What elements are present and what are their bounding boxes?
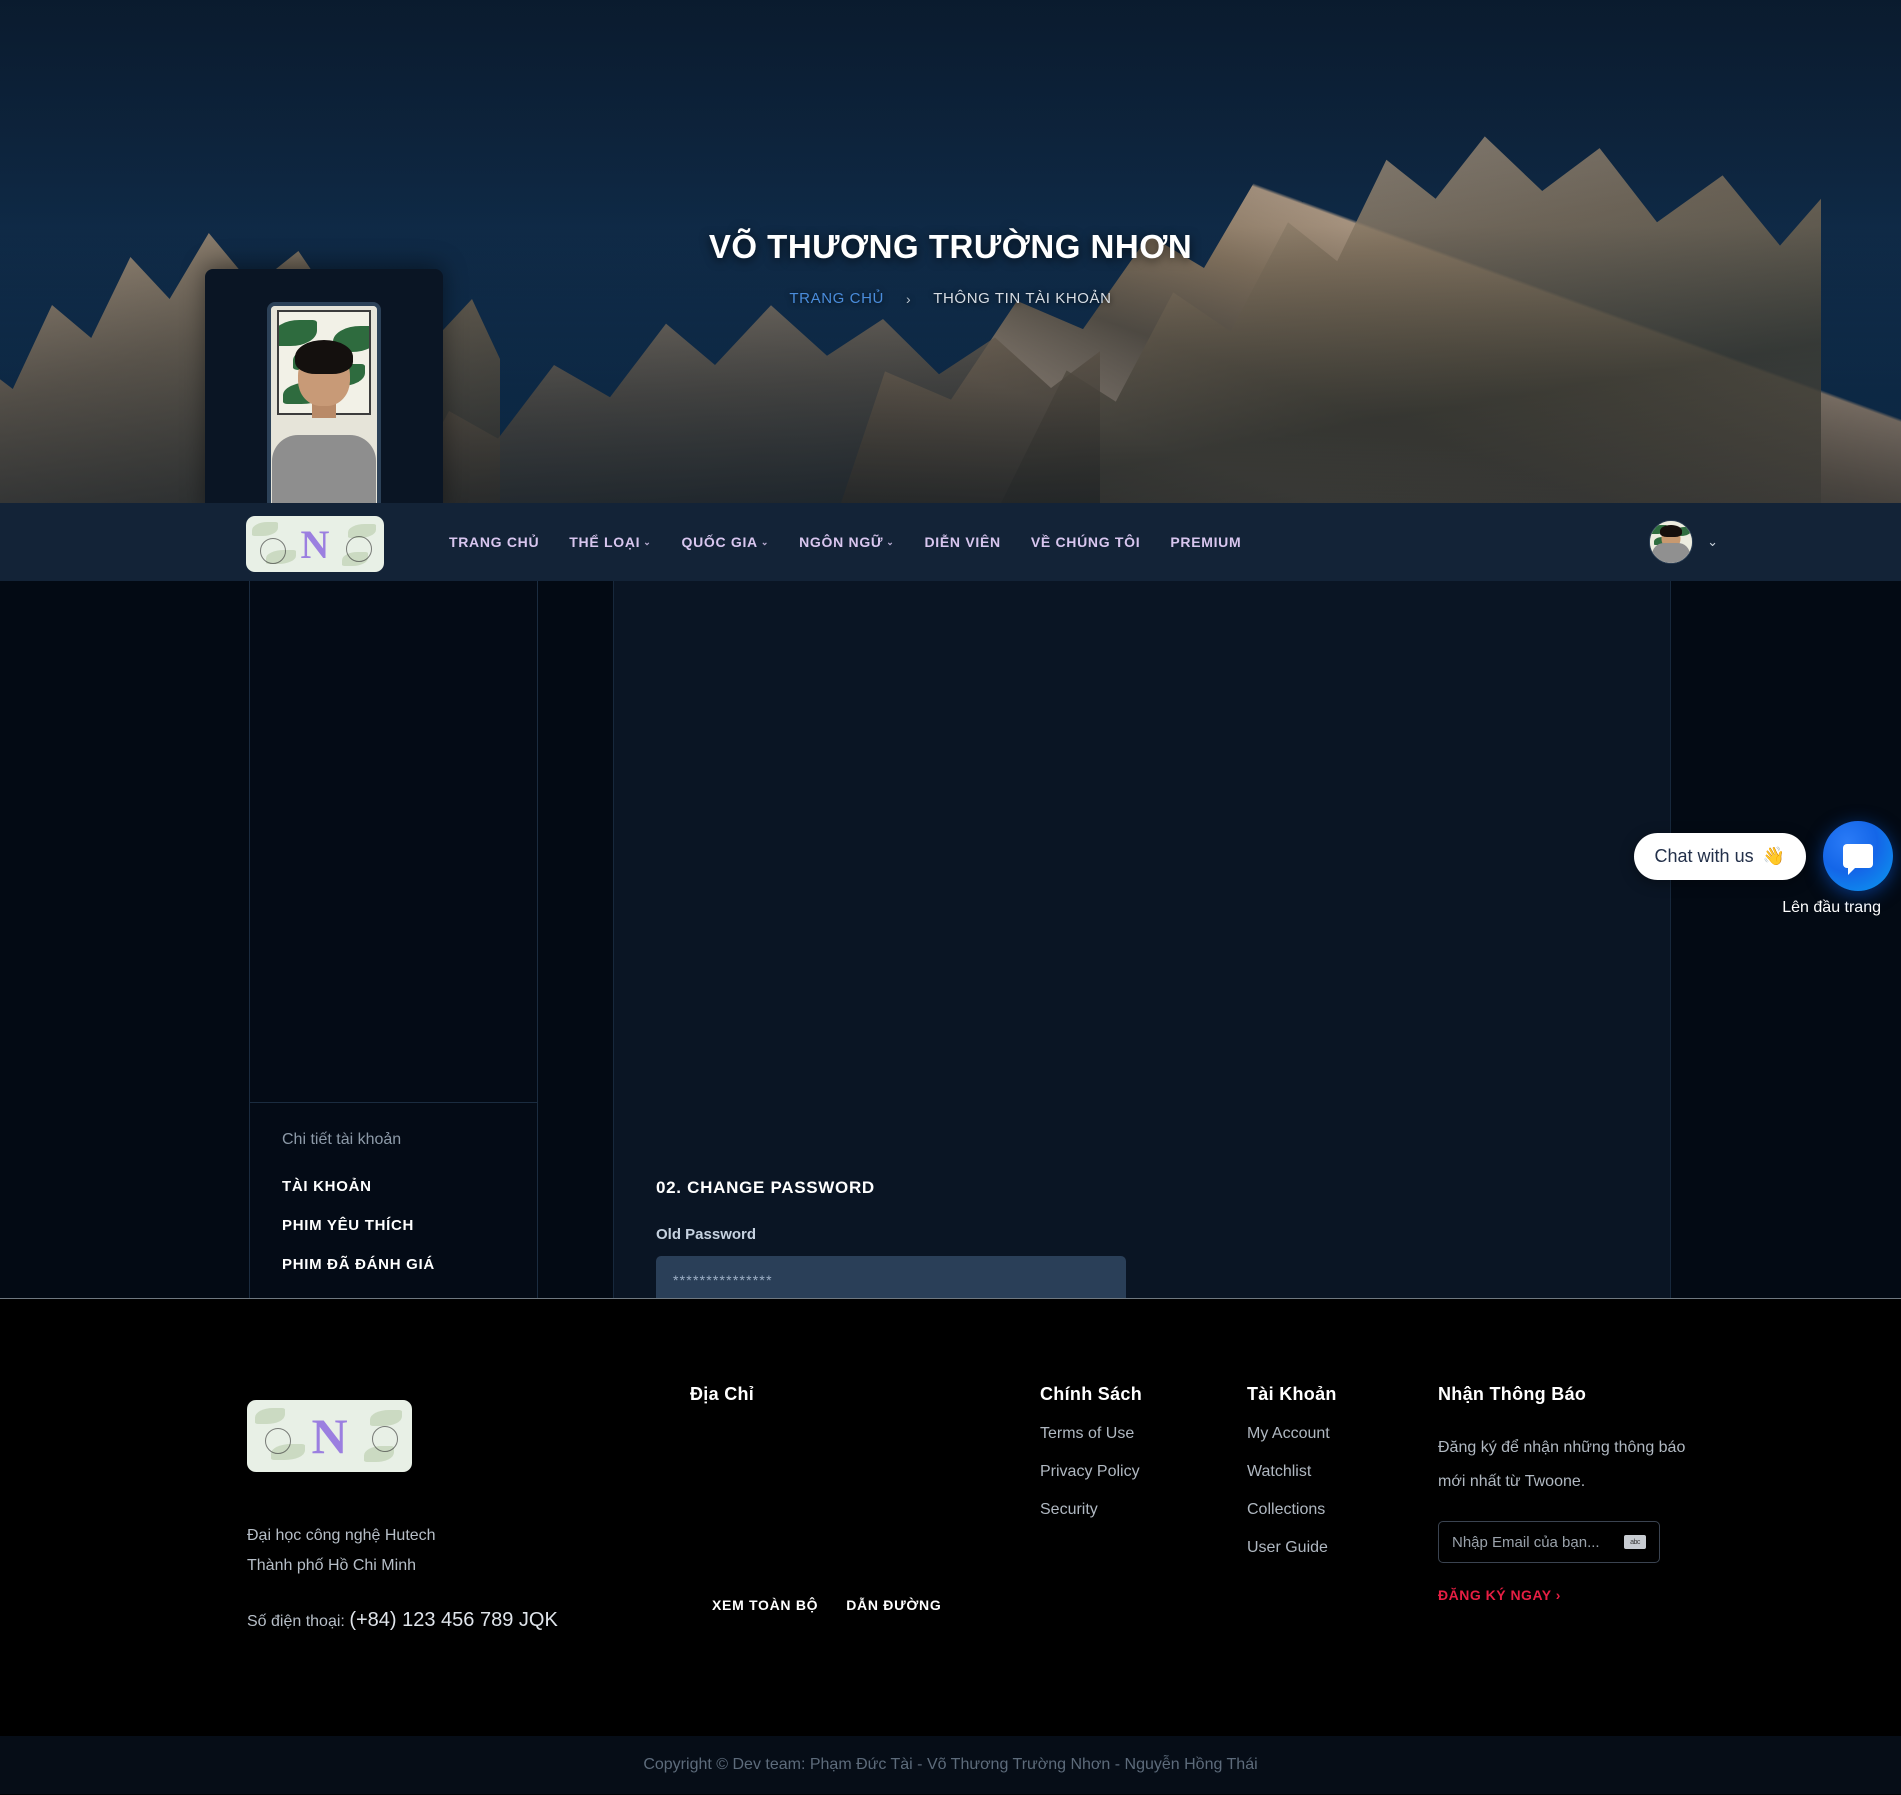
user-menu[interactable]: ⌄ (1649, 520, 1718, 564)
footer-link-watchlist[interactable]: Watchlist (1247, 1463, 1337, 1481)
chat-icon (1843, 844, 1873, 875)
profile-card (205, 269, 443, 503)
sidebar-item-phim-yeu-thich[interactable]: PHIM YÊU THÍCH (250, 1206, 537, 1245)
footer-phone-value: (+84) 123 456 789 JQK (349, 1609, 558, 1631)
chat-bubble-label: Chat with us (1654, 846, 1754, 866)
panel-title: 02. CHANGE PASSWORD (656, 1178, 875, 1197)
keyboard-icon: abc (1624, 1535, 1646, 1549)
footer-logo-letter: N (311, 1408, 348, 1464)
footer-link-security[interactable]: Security (1040, 1501, 1142, 1519)
scroll-to-top-button[interactable]: Lên đầu trang (1782, 899, 1881, 917)
chevron-down-icon: ⌄ (886, 536, 895, 547)
site-footer: N Đại học công nghệ Hutech Thành phố Hồ … (0, 1298, 1901, 1794)
copyright-text: Copyright © Dev team: Phạm Đức Tài - Võ … (643, 1756, 1258, 1773)
directions-button[interactable]: DẪN ĐƯỜNG (846, 1597, 941, 1613)
footer-phone: Số điện thoại: (+84) 123 456 789 JQK (247, 1609, 558, 1632)
footer-column-title: Tài Khoản (1247, 1384, 1337, 1404)
newsletter-email-field[interactable]: abc (1438, 1521, 1660, 1563)
avatar[interactable] (1649, 520, 1694, 564)
old-password-input[interactable] (656, 1256, 1126, 1298)
footer-column-title: Địa Chỉ (690, 1384, 755, 1404)
breadcrumb-separator-icon: › (905, 290, 912, 307)
nav-item-label: NGÔN NGỮ (799, 534, 884, 550)
footer-link-my-account[interactable]: My Account (1247, 1425, 1337, 1443)
footer-column-title: Chính Sách (1040, 1384, 1143, 1404)
breadcrumb-current: THÔNG TIN TÀI KHOẢN (933, 290, 1112, 307)
footer-address-line2: Thành phố Hồ Chi Minh (247, 1557, 416, 1574)
nav-item-label: TRANG CHỦ (449, 534, 540, 550)
logo-letter: N (300, 521, 330, 567)
footer-address: Đại học công nghệ Hutech Thành phố Hồ Ch… (247, 1521, 436, 1581)
footer-address-actions: XEM TOÀN BỘ DẪN ĐƯỜNG (712, 1597, 941, 1613)
view-all-button[interactable]: XEM TOÀN BỘ (712, 1597, 818, 1613)
footer-column-account: Tài Khoản My Account Watchlist Collectio… (1247, 1384, 1337, 1557)
footer-column-address: Địa Chỉ (690, 1384, 754, 1405)
profile-photo (267, 302, 381, 503)
page-body: Chi tiết tài khoản TÀI KHOẢN PHIM YÊU TH… (0, 581, 1901, 1298)
nav-item-label: VỀ CHÚNG TÔI (1030, 534, 1141, 550)
nav-item-dien-vien[interactable]: DIỄN VIÊN (924, 534, 1000, 550)
nav-item-label: THỂ LOẠI (569, 534, 641, 550)
chevron-down-icon: ⌄ (760, 536, 770, 547)
nav-item-ve-chung-toi[interactable]: VỀ CHÚNG TÔI (1031, 534, 1141, 550)
change-password-panel: 02. CHANGE PASSWORD Old Password New Pas… (613, 581, 1671, 1298)
footer-column-title: Nhận Thông Báo (1438, 1384, 1587, 1404)
nav-item-trang-chu[interactable]: TRANG CHỦ (449, 534, 539, 550)
waving-hand-icon: 👋 (1762, 846, 1785, 866)
copyright-bar: Copyright © Dev team: Phạm Đức Tài - Võ … (0, 1736, 1901, 1794)
footer-column-newsletter: Nhận Thông Báo Đăng ký để nhận những thô… (1438, 1384, 1698, 1603)
chat-fab-button[interactable] (1823, 821, 1893, 891)
newsletter-description: Đăng ký để nhận những thông báo mới nhất… (1438, 1439, 1686, 1490)
footer-link-user-guide[interactable]: User Guide (1247, 1539, 1337, 1557)
chevron-down-icon[interactable]: ⌄ (1707, 534, 1718, 550)
nav-links: TRANG CHỦ THỂ LOẠI ⌄ QUỐC GIA ⌄ NGÔN NGỮ… (449, 534, 1241, 550)
nav-item-ngon-ngu[interactable]: NGÔN NGỮ ⌄ (799, 534, 894, 550)
breadcrumb-home-link[interactable]: TRANG CHỦ (789, 290, 884, 307)
field-old-password: Old Password (656, 1226, 1628, 1298)
hero-banner: VÕ THƯƠNG TRƯỜNG NHƠN TRANG CHỦ › THÔNG … (0, 0, 1901, 503)
main-navbar: N TRANG CHỦ THỂ LOẠI ⌄ QUỐC GIA ⌄ NGÔN N… (0, 503, 1901, 581)
footer-address-line1: Đại học công nghệ Hutech (247, 1527, 436, 1544)
nav-item-label: QUỐC GIA (681, 534, 758, 550)
sidebar-group-account: Chi tiết tài khoản TÀI KHOẢN PHIM YÊU TH… (250, 1103, 537, 1298)
footer-link-privacy-policy[interactable]: Privacy Policy (1040, 1463, 1142, 1481)
footer-logo[interactable]: N (247, 1400, 412, 1472)
newsletter-email-input[interactable] (1452, 1533, 1602, 1551)
footer-link-collections[interactable]: Collections (1247, 1501, 1337, 1519)
sidebar-item-phim-da-danh-gia[interactable]: PHIM ĐÃ ĐÁNH GIÁ (250, 1245, 537, 1284)
sidebar-item-tai-khoan[interactable]: TÀI KHOẢN (250, 1167, 537, 1206)
nav-item-quoc-gia[interactable]: QUỐC GIA ⌄ (681, 534, 769, 550)
footer-column-policy: Chính Sách Terms of Use Privacy Policy S… (1040, 1384, 1142, 1519)
page-title: VÕ THƯƠNG TRƯỜNG NHƠN (708, 228, 1193, 265)
nav-item-label: PREMIUM (1170, 534, 1242, 550)
newsletter-signup-button[interactable]: ĐĂNG KÝ NGAY › (1438, 1587, 1698, 1603)
site-logo[interactable]: N (246, 516, 384, 572)
footer-link-terms-of-use[interactable]: Terms of Use (1040, 1425, 1142, 1443)
sidebar-section-label: Chi tiết tài khoản (282, 1131, 402, 1148)
nav-item-the-loai[interactable]: THỂ LOẠI ⌄ (569, 534, 651, 550)
nav-item-premium[interactable]: PREMIUM (1170, 534, 1241, 550)
account-sidebar: Chi tiết tài khoản TÀI KHOẢN PHIM YÊU TH… (249, 581, 538, 1298)
nav-item-label: DIỄN VIÊN (924, 534, 1001, 550)
chat-with-us-bubble[interactable]: Chat with us 👋 (1633, 833, 1806, 880)
field-label: Old Password (656, 1226, 757, 1243)
chevron-down-icon: ⌄ (643, 536, 652, 547)
footer-phone-label: Số điện thoại: (247, 1613, 345, 1630)
